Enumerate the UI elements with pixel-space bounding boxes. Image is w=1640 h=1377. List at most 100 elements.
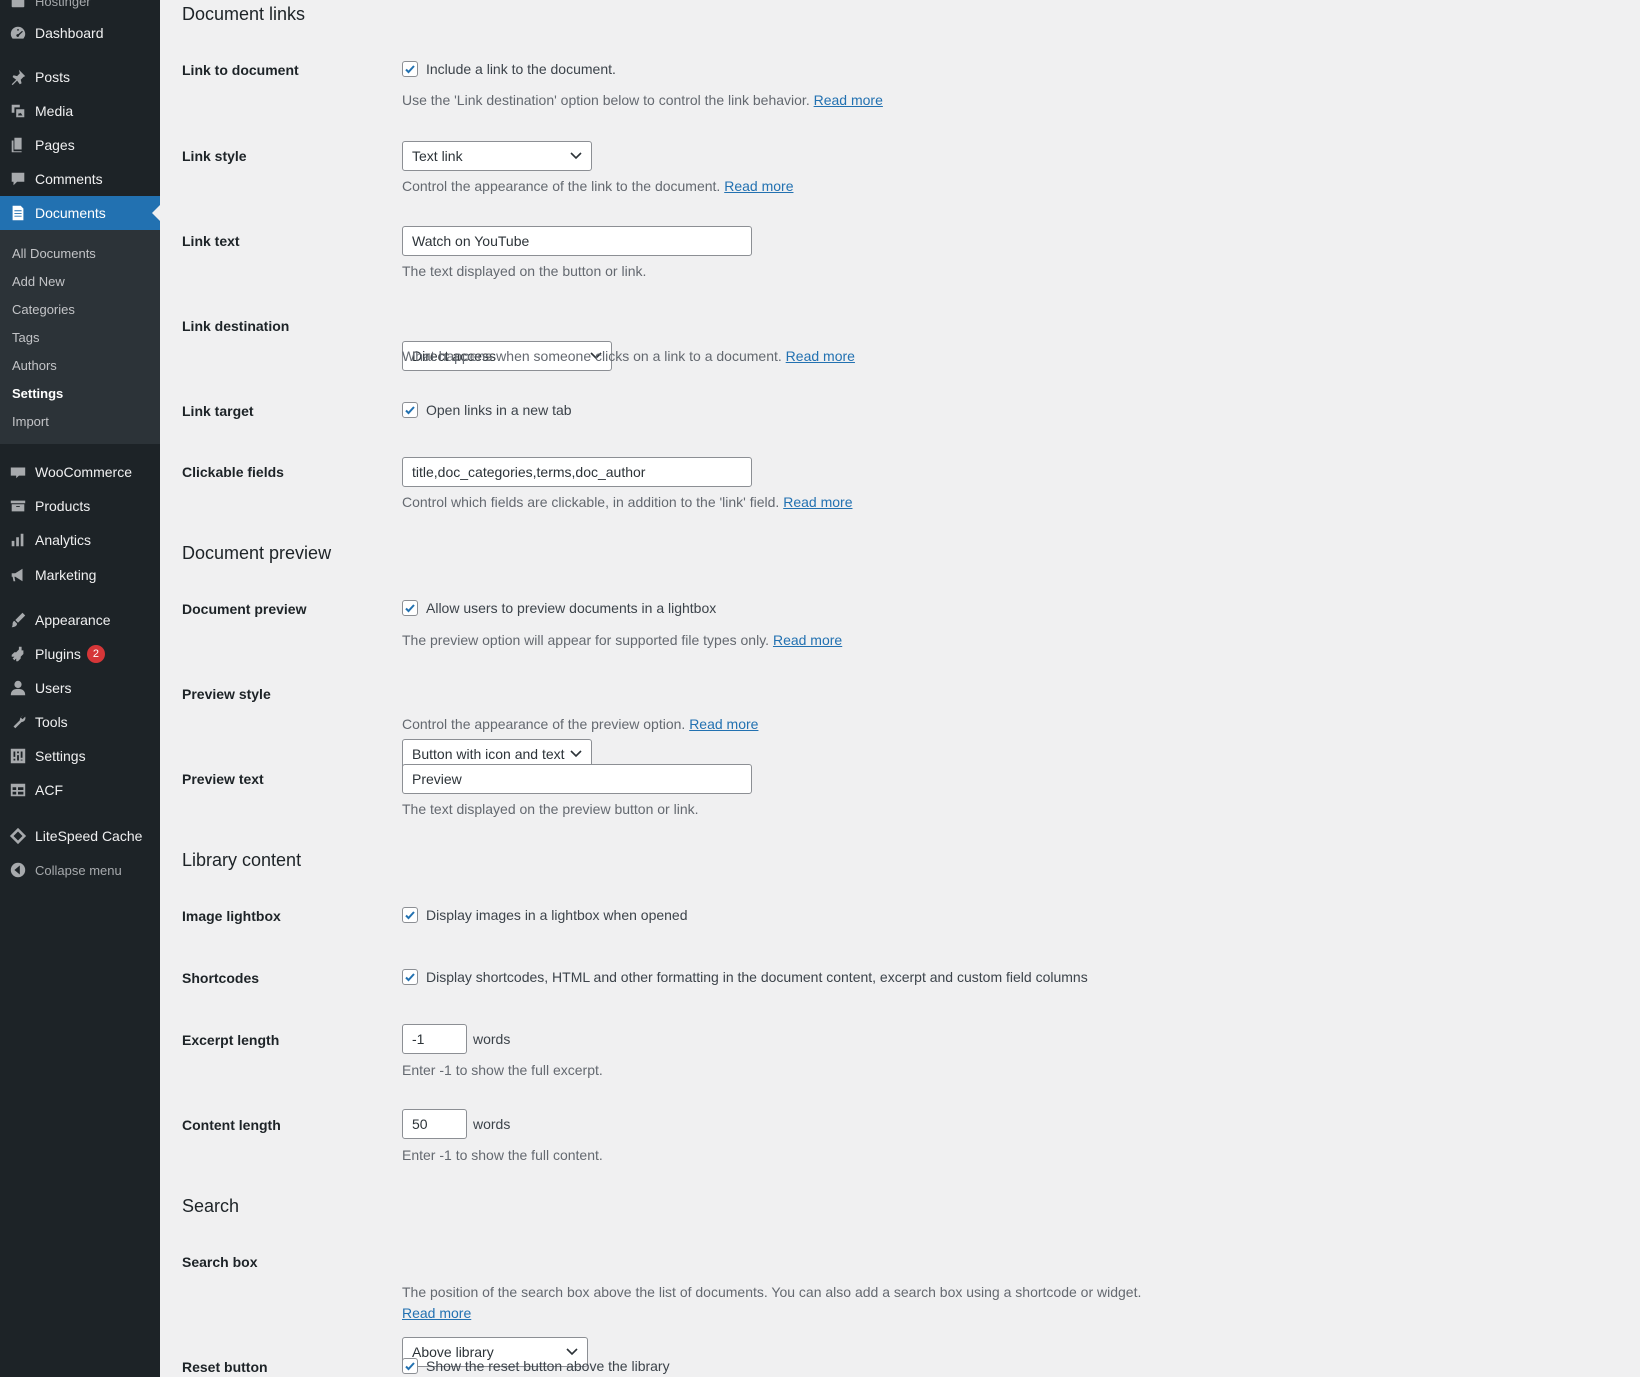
link-text-description: The text displayed on the button or link… — [402, 263, 647, 279]
menu-label: Settings — [35, 748, 86, 764]
submenu-import[interactable]: Import — [12, 412, 49, 432]
menu-label: Collapse menu — [35, 862, 122, 878]
checkbox-label: Open links in a new tab — [426, 402, 572, 418]
bar-chart-icon — [9, 531, 27, 549]
menu-posts[interactable]: Posts — [0, 60, 160, 94]
menu-users[interactable]: Users — [0, 671, 160, 705]
checkbox-label: Include a link to the document. — [426, 61, 616, 77]
submenu-all-documents[interactable]: All Documents — [12, 244, 96, 264]
menu-media[interactable]: Media — [0, 94, 160, 128]
menu-woocommerce[interactable]: WooCommerce — [0, 455, 160, 489]
menu-settings[interactable]: Settings — [0, 739, 160, 773]
dashboard-icon — [9, 24, 27, 42]
collapse-icon — [9, 861, 27, 879]
unit-label: words — [473, 1116, 511, 1132]
preview-style-description: Control the appearance of the preview op… — [402, 716, 758, 732]
submenu-tags[interactable]: Tags — [12, 328, 39, 348]
woo-icon — [9, 463, 27, 481]
pin-icon — [9, 68, 27, 86]
collapse-menu-button[interactable]: Collapse menu — [0, 853, 160, 887]
submenu-add-new[interactable]: Add New — [12, 272, 65, 292]
label-search-box: Search box — [182, 1254, 258, 1270]
menu-analytics[interactable]: Analytics — [0, 523, 160, 557]
read-more-link[interactable]: Read more — [689, 716, 758, 732]
link-to-document-checkbox[interactable] — [402, 61, 418, 77]
link-target-checkbox[interactable] — [402, 402, 418, 418]
document-icon — [9, 204, 27, 222]
menu-litespeed-cache[interactable]: LiteSpeed Cache — [0, 819, 160, 853]
menu-dashboard[interactable]: Dashboard — [0, 16, 160, 50]
link-destination-description: What happens when someone clicks on a li… — [402, 348, 855, 364]
read-more-link[interactable]: Read more — [814, 92, 883, 108]
link-text-input[interactable]: Watch on YouTube — [402, 226, 752, 256]
settings-main: Document links Link to document Include … — [160, 0, 1640, 1377]
search-box-description: The position of the search box above the… — [402, 1284, 1142, 1300]
label-preview-text: Preview text — [182, 771, 264, 787]
checkmark-icon — [405, 911, 415, 920]
menu-comments[interactable]: Comments — [0, 162, 160, 196]
read-more-link[interactable]: Read more — [783, 494, 852, 510]
reset-button-option[interactable]: Show the reset button above the library — [402, 1358, 670, 1374]
menu-appearance[interactable]: Appearance — [0, 603, 160, 637]
unit-label: words — [473, 1031, 511, 1047]
menu-tools[interactable]: Tools — [0, 705, 160, 739]
menu-plugins[interactable]: Plugins 2 — [0, 637, 160, 671]
menu-acf[interactable]: ACF — [0, 773, 160, 807]
document-preview-option[interactable]: Allow users to preview documents in a li… — [402, 600, 716, 616]
menu-products[interactable]: Products — [0, 489, 160, 523]
archive-icon — [9, 497, 27, 515]
read-more-link[interactable]: Read more — [402, 1305, 471, 1321]
read-more-link[interactable]: Read more — [786, 348, 855, 364]
menu-label: LiteSpeed Cache — [35, 828, 143, 844]
preview-text-input[interactable]: Preview — [402, 764, 752, 794]
menu-label: Hostinger — [35, 0, 91, 9]
chevron-down-icon — [570, 750, 582, 758]
user-icon — [9, 679, 27, 697]
menu-label: Documents — [35, 205, 106, 221]
checkbox-label: Show the reset button above the library — [426, 1358, 670, 1374]
read-more-link[interactable]: Read more — [724, 178, 793, 194]
menu-label: ACF — [35, 782, 63, 798]
menu-pages[interactable]: Pages — [0, 128, 160, 162]
link-to-document-option[interactable]: Include a link to the document. — [402, 61, 616, 77]
submenu-authors[interactable]: Authors — [12, 356, 57, 376]
image-lightbox-option[interactable]: Display images in a lightbox when opened — [402, 907, 688, 923]
shortcodes-checkbox[interactable] — [402, 969, 418, 985]
link-style-select[interactable]: Text link — [402, 141, 592, 171]
wrench-icon — [9, 713, 27, 731]
excerpt-length-input[interactable]: -1 — [402, 1024, 467, 1054]
section-title-search: Search — [182, 1196, 240, 1216]
link-target-option[interactable]: Open links in a new tab — [402, 402, 572, 418]
checkbox-label: Display images in a lightbox when opened — [426, 907, 688, 923]
hostinger-icon — [9, 0, 27, 10]
label-link-target: Link target — [182, 403, 254, 419]
label-reset-button: Reset button — [182, 1359, 268, 1375]
label-link-to-document: Link to document — [182, 62, 299, 78]
submenu-categories[interactable]: Categories — [12, 300, 75, 320]
content-length-row: 50 words — [402, 1109, 510, 1139]
label-link-text: Link text — [182, 233, 240, 249]
menu-label: Posts — [35, 69, 71, 85]
label-document-preview: Document preview — [182, 601, 307, 617]
megaphone-icon — [9, 566, 27, 584]
chevron-down-icon — [570, 152, 582, 160]
description-text: Control the appearance of the preview op… — [402, 716, 686, 732]
content-length-input[interactable]: 50 — [402, 1109, 467, 1139]
document-preview-checkbox[interactable] — [402, 600, 418, 616]
selected-value: Text link — [412, 148, 463, 164]
description-text: Control the appearance of the link to th… — [402, 178, 721, 194]
comment-icon — [9, 170, 27, 188]
checkmark-icon — [405, 604, 415, 613]
image-lightbox-checkbox[interactable] — [402, 907, 418, 923]
shortcodes-option[interactable]: Display shortcodes, HTML and other forma… — [402, 969, 1088, 985]
menu-documents[interactable]: Documents — [0, 196, 160, 230]
checkmark-icon — [405, 1362, 415, 1371]
label-image-lightbox: Image lightbox — [182, 908, 281, 924]
submenu-settings[interactable]: Settings — [12, 384, 63, 404]
clickable-fields-input[interactable]: title,doc_categories,terms,doc_author — [402, 457, 752, 487]
label-link-style: Link style — [182, 148, 247, 164]
menu-label: Users — [35, 680, 72, 696]
reset-button-checkbox[interactable] — [402, 1358, 418, 1374]
read-more-link[interactable]: Read more — [773, 632, 842, 648]
menu-marketing[interactable]: Marketing — [0, 558, 160, 592]
